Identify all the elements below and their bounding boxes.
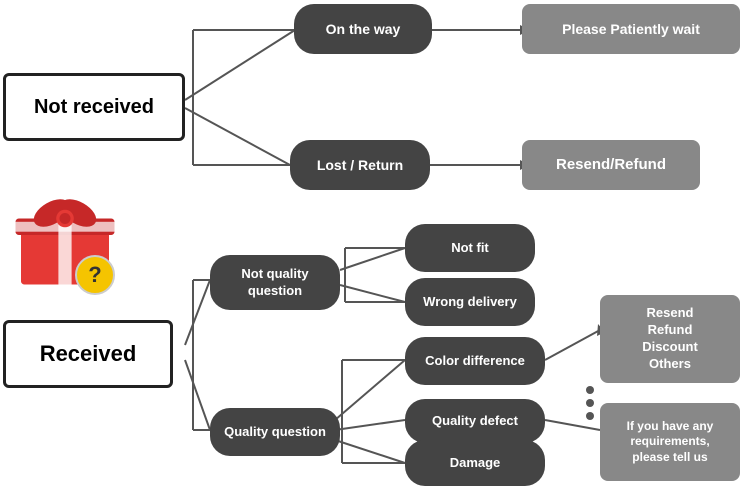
resend-refund-node: Resend/Refund xyxy=(522,140,700,190)
damage-node: Damage xyxy=(405,440,545,486)
lost-return-node: Lost / Return xyxy=(290,140,430,190)
not-received-node: Not received xyxy=(3,73,185,141)
quality-defect-node: Quality defect xyxy=(405,399,545,443)
received-node: Received xyxy=(3,320,173,388)
not-quality-node: Not quality question xyxy=(210,255,340,310)
color-difference-node: Color difference xyxy=(405,337,545,385)
diagram: ? Not received On the way Please Patient… xyxy=(0,0,750,500)
resend-refund-discount-node: Resend Refund Discount Others xyxy=(600,295,740,383)
wrong-delivery-node: Wrong delivery xyxy=(405,278,535,326)
quality-question-node: Quality question xyxy=(210,408,340,456)
if-requirements-node: If you have any requirements, please tel… xyxy=(600,403,740,481)
not-fit-node: Not fit xyxy=(405,224,535,272)
on-the-way-node: On the way xyxy=(294,4,432,54)
question-bubble: ? xyxy=(75,255,115,295)
please-wait-node: Please Patiently wait xyxy=(522,4,740,54)
